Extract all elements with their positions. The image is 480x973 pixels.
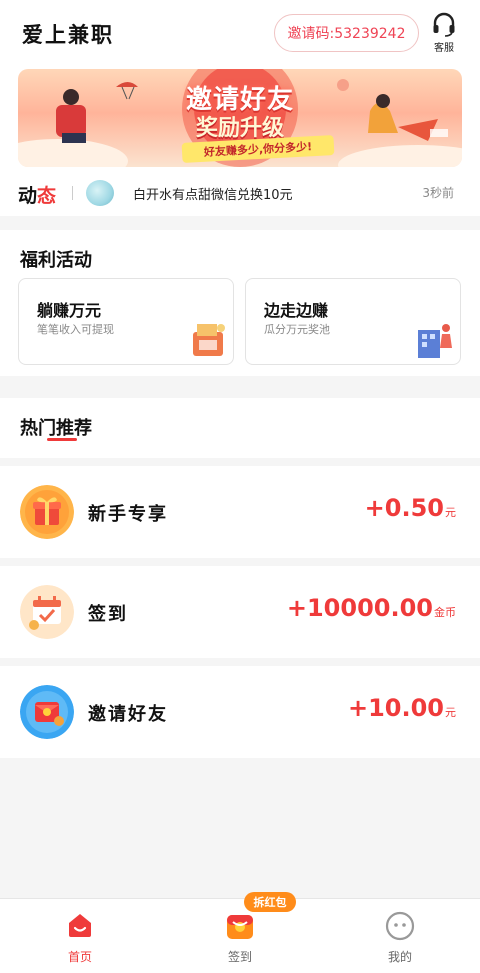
customer-service-button[interactable]: 客服 <box>424 12 464 58</box>
news-divider <box>72 186 73 200</box>
list-item-name: 邀请好友 <box>88 704 168 725</box>
hot-title: 热门推荐 <box>20 418 92 439</box>
welfare-title: 福利活动 <box>20 250 92 271</box>
list-item-name: 签到 <box>88 604 128 625</box>
list-item-name: 新手专享 <box>88 504 168 525</box>
list-item-newbie[interactable]: 新手专享 +0.50元 <box>0 466 480 558</box>
news-label-part2: 态 <box>37 185 57 207</box>
reward-amount: +10000.00 <box>286 594 433 622</box>
reward-unit: 元 <box>445 706 456 719</box>
news-message: 白开水有点甜微信兑换10元 <box>133 188 293 203</box>
invite-code-pill[interactable]: 邀请码:53239242 <box>274 14 419 52</box>
calendar-icon <box>20 585 74 639</box>
building-walker-icon <box>418 324 452 358</box>
app-title: 爱上兼职 <box>22 23 114 47</box>
tab-label: 签到 <box>227 950 252 964</box>
welfare-card-title: 边走边赚 <box>264 301 329 320</box>
hot-title-underline <box>47 438 77 441</box>
news-avatar <box>86 180 114 206</box>
top-bar: 爱上兼职 邀请码:53239242 客服 <box>0 0 480 66</box>
red-envelope-icon <box>20 685 74 739</box>
invite-banner[interactable]: 邀请好友 奖励升级 好友赚多少,你分多少! <box>18 69 462 167</box>
reward-unit: 元 <box>445 506 456 519</box>
list-item-reward: +0.50元 <box>365 494 456 522</box>
list-item-checkin[interactable]: 签到 +10000.00金币 <box>0 566 480 658</box>
list-item-reward: +10000.00金币 <box>287 594 456 622</box>
list-item-invite[interactable]: 邀请好友 +10.00元 <box>0 666 480 758</box>
welfare-card-walk-earn[interactable]: 边走边赚 瓜分万元奖池 <box>245 278 461 365</box>
checkin-wallet-icon <box>227 915 253 939</box>
news-label-part1: 动 <box>18 185 38 207</box>
tab-home[interactable]: 首页 <box>20 899 140 973</box>
tab-profile[interactable]: 我的 <box>340 899 460 973</box>
tab-label: 我的 <box>387 950 412 964</box>
news-time: 3秒前 <box>422 186 454 200</box>
welfare-card-subtitle: 瓜分万元奖池 <box>264 323 330 336</box>
news-label: 动态 <box>18 181 56 208</box>
welfare-card-title: 躺赚万元 <box>37 301 102 320</box>
hot-section-header: 热门推荐 <box>0 398 480 458</box>
banner-subtitle: 奖励升级 <box>195 116 284 141</box>
profile-face-icon <box>385 911 415 941</box>
home-icon <box>69 914 91 937</box>
welfare-section: 福利活动 躺赚万元 笔笔收入可提现 边走边赚 瓜分万元奖池 <box>0 230 480 376</box>
customer-service-label: 客服 <box>434 43 454 54</box>
news-ticker: 动态 白开水有点甜微信兑换10元 3秒前 <box>0 172 480 216</box>
reward-amount: +0.50 <box>364 494 444 522</box>
headset-icon <box>433 12 455 37</box>
red-packet-badge[interactable]: 拆红包 <box>244 892 296 912</box>
reward-unit: 金币 <box>434 606 456 619</box>
gift-icon <box>20 485 74 539</box>
bottom-tab-bar: 首页 签到 我的 <box>0 898 480 973</box>
welfare-card-lie-earn[interactable]: 躺赚万元 笔笔收入可提现 <box>18 278 234 365</box>
money-chest-icon <box>193 324 225 356</box>
tab-label: 首页 <box>67 950 92 964</box>
reward-amount: +10.00 <box>347 694 444 722</box>
welfare-card-subtitle: 笔笔收入可提现 <box>37 323 114 336</box>
list-item-reward: +10.00元 <box>348 694 456 722</box>
banner-section: 邀请好友 奖励升级 好友赚多少,你分多少! <box>0 66 480 172</box>
